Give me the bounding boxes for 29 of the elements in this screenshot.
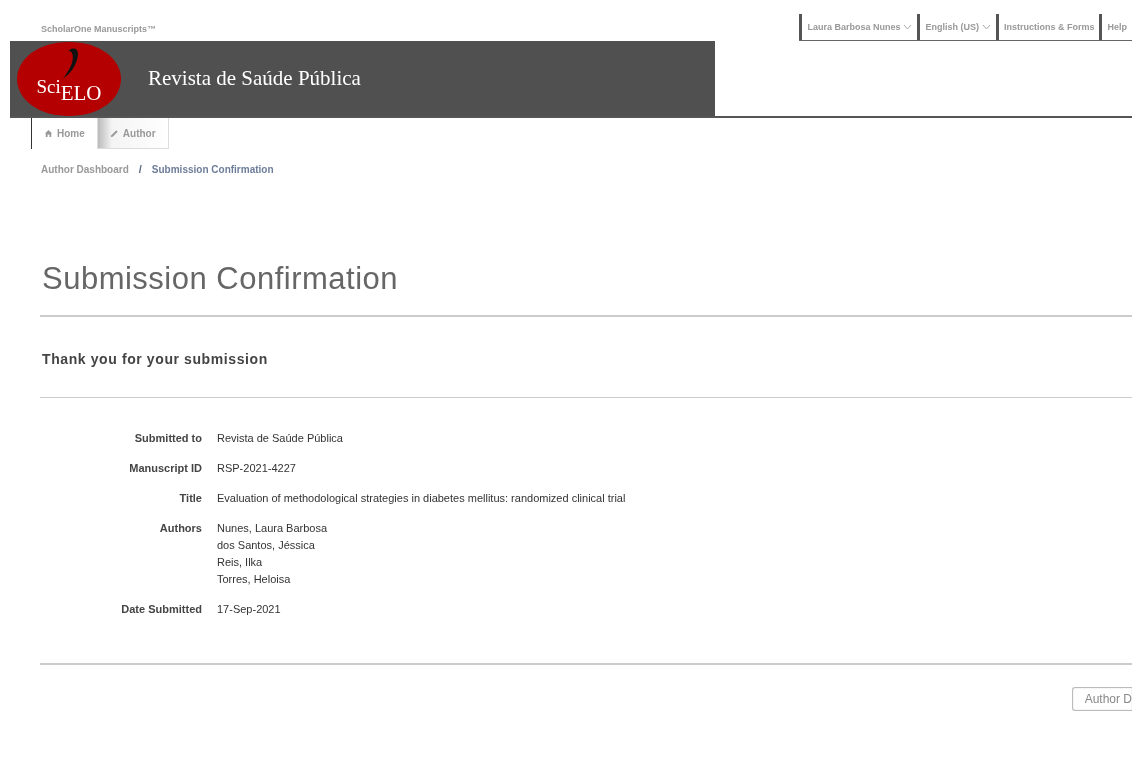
top-nav-link[interactable]: Instructions & Forms	[995, 14, 1100, 40]
breadcrumb-current: Submission Confirmation	[151, 163, 274, 175]
detail-label: Submitted to	[133, 432, 202, 444]
author-dashboard-button[interactable]: Author D	[1071, 687, 1132, 711]
nav-tab[interactable]: Author	[96, 118, 169, 149]
detail-value: dos Santos, Jéssica	[217, 539, 316, 551]
detail-label: Title	[178, 492, 202, 504]
top-nav-link[interactable]: Help	[1099, 14, 1132, 40]
brand-name: ScholarOne Manuscripts™	[41, 24, 157, 34]
top-nav-link[interactable]: English (US)	[917, 14, 996, 40]
detail-value: RSP-2021-4227	[217, 462, 297, 474]
detail-value: Nunes, Laura Barbosa	[217, 522, 329, 534]
top-nav-link[interactable]: Laura Barbosa Nunes	[799, 14, 918, 40]
breadcrumb-link[interactable]: Author Dashboard	[41, 163, 129, 175]
detail-label: Manuscript ID	[128, 462, 202, 474]
journal-title: Revista de Saúde Pública	[148, 66, 361, 91]
scielo-logo: SciELO	[17, 41, 121, 116]
page-title: Submission Confirmation	[42, 261, 400, 297]
detail-label: Authors	[158, 522, 202, 536]
detail-value: Revista de Saúde Pública	[217, 432, 344, 444]
detail-value: Reis, Ilka	[217, 556, 264, 568]
detail-value: 17-Sep-2021	[217, 603, 282, 615]
breadcrumb-separator: /	[138, 163, 142, 175]
section-heading: Thank you for your submission	[42, 351, 269, 367]
detail-label: Date Submitted	[120, 603, 202, 615]
pencil-icon	[109, 128, 119, 138]
detail-value: Torres, Heloisa	[217, 573, 292, 585]
detail-value: Evaluation of methodological strategies in diabetes mellitus: randomized clinical trial	[217, 492, 627, 504]
home-icon	[44, 129, 53, 138]
